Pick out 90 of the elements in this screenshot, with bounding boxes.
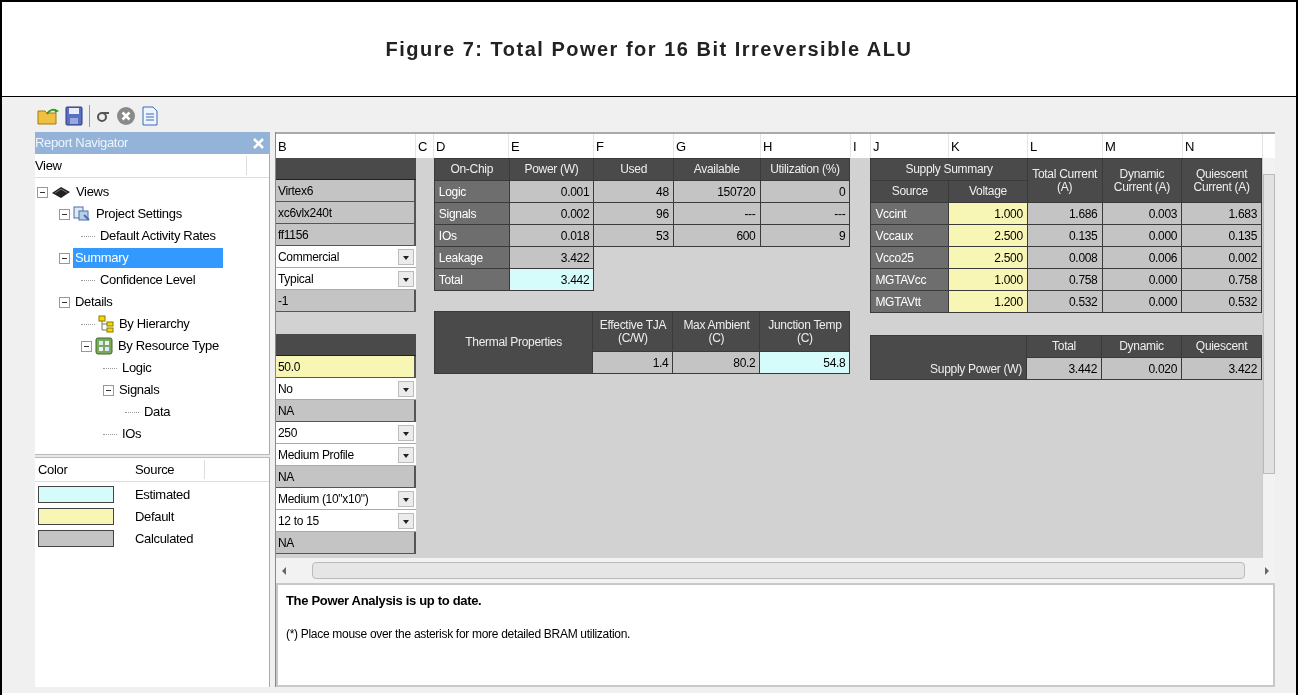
- status-message: The Power Analysis is up to date.: [286, 592, 483, 610]
- dropdown[interactable]: Typical: [276, 268, 416, 290]
- row-header: Vccaux: [870, 224, 949, 247]
- legend-label: Default: [135, 507, 174, 526]
- caret-icon[interactable]: [397, 248, 414, 265]
- caret-icon[interactable]: [397, 490, 414, 507]
- dropdown[interactable]: Commercial: [276, 246, 416, 268]
- dropdown[interactable]: Medium (10"x10"): [276, 488, 416, 510]
- row-header: IOs: [434, 224, 510, 247]
- scrollbar-thumb[interactable]: [312, 562, 1245, 579]
- dropdown[interactable]: Medium Profile: [276, 444, 416, 466]
- caret-icon[interactable]: [397, 380, 414, 397]
- row-header: MGTAVcc: [870, 268, 949, 291]
- table-cell: ff1156: [276, 224, 416, 246]
- caret-icon[interactable]: [397, 446, 414, 463]
- table-cell: NA: [276, 532, 416, 554]
- column-header: Source: [135, 459, 205, 480]
- scroll-right-icon[interactable]: [1263, 565, 1271, 576]
- row-header: Logic: [434, 180, 510, 203]
- column-header: Color: [37, 460, 69, 479]
- table-cell: NA: [276, 400, 416, 422]
- resource-icon: [95, 337, 113, 355]
- column-header: Supply Power (W): [870, 335, 1027, 380]
- tree-item[interactable]: Confidence Level: [98, 270, 198, 290]
- legend-label: Calculated: [135, 529, 194, 548]
- table-cell: NA: [276, 466, 416, 488]
- collapse-icon[interactable]: [59, 296, 70, 308]
- caret-icon[interactable]: [397, 512, 414, 529]
- tree-item[interactable]: Data: [142, 402, 173, 422]
- chip-icon: [51, 185, 71, 199]
- save-icon[interactable]: [65, 106, 83, 126]
- row-header: Vcco25: [870, 246, 949, 269]
- table-cell: 50.0: [276, 356, 416, 378]
- column-header: Junction Temp (C): [759, 311, 850, 352]
- column-header: Available: [673, 158, 760, 181]
- tree-item[interactable]: Default Activity Rates: [98, 226, 218, 246]
- close-icon[interactable]: [116, 106, 136, 126]
- column-header: On-Chip: [434, 158, 510, 181]
- document-icon[interactable]: [142, 106, 158, 126]
- tree-item[interactable]: IOs: [120, 424, 144, 444]
- column-header: Total Current (A): [1027, 158, 1102, 203]
- tree-item[interactable]: By Resource Type: [116, 336, 221, 356]
- collapse-icon[interactable]: [81, 340, 92, 352]
- hierarchy-icon: [98, 315, 114, 333]
- scrollbar-thumb[interactable]: [1263, 174, 1275, 474]
- scroll-left-icon[interactable]: [280, 565, 288, 576]
- column-header: Used: [593, 158, 674, 181]
- tree-item[interactable]: By Hierarchy: [117, 314, 192, 334]
- figure-caption: Figure 7: Total Power for 16 Bit Irreversible ALU: [385, 37, 913, 62]
- tree-item[interactable]: Details: [73, 292, 115, 312]
- column-header: Effective TJA (C/W): [592, 311, 673, 352]
- column-header: Supply Summary: [870, 158, 1028, 181]
- dropdown[interactable]: 12 to 15: [276, 510, 416, 532]
- row-header: Total: [434, 268, 510, 291]
- settings-icon: [73, 206, 91, 222]
- column-header: Source: [870, 180, 949, 203]
- dropdown[interactable]: 250: [276, 422, 416, 444]
- caret-icon[interactable]: [397, 270, 414, 287]
- column-header: View: [35, 155, 247, 176]
- row-header: Signals: [434, 202, 510, 225]
- collapse-icon[interactable]: [37, 186, 48, 198]
- column-header: Dynamic: [1101, 335, 1182, 358]
- tree-item[interactable]: Signals: [117, 380, 162, 400]
- column-header: Total: [1026, 335, 1102, 358]
- row-header: MGTAVtt: [870, 290, 949, 313]
- legend-label: Estimated: [135, 485, 190, 504]
- table-cell: Virtex6: [276, 180, 416, 202]
- column-header: Dynamic Current (A): [1102, 158, 1182, 203]
- row-header: Leakage: [434, 246, 510, 269]
- panel-title: Report Navigator: [35, 134, 129, 153]
- caret-icon[interactable]: [397, 424, 414, 441]
- note-text: (*) Place mouse over the asterisk for more detailed BRAM utilization.: [286, 625, 632, 643]
- tree-item[interactable]: Logic: [120, 358, 154, 378]
- column-header: Utilization (%): [760, 158, 850, 181]
- collapse-icon[interactable]: [59, 208, 70, 220]
- column-header: Quiescent: [1181, 335, 1262, 358]
- column-header: Power (W): [509, 158, 594, 181]
- tree-item[interactable]: Views: [74, 182, 111, 202]
- table-cell: xc6vlx240t: [276, 202, 416, 224]
- column-header: Max Ambient (C): [672, 311, 760, 352]
- collapse-icon[interactable]: [59, 252, 70, 264]
- dropdown[interactable]: No: [276, 378, 416, 400]
- collapse-icon[interactable]: [103, 384, 114, 396]
- folder-icon[interactable]: [37, 106, 59, 126]
- row-header: Vccint: [870, 202, 949, 225]
- column-header: Quiescent Current (A): [1181, 158, 1262, 203]
- tree-item[interactable]: Project Settings: [94, 204, 184, 224]
- table-cell: -1: [276, 290, 416, 312]
- column-header: Thermal Properties: [434, 311, 593, 374]
- sigma-icon[interactable]: [96, 109, 110, 123]
